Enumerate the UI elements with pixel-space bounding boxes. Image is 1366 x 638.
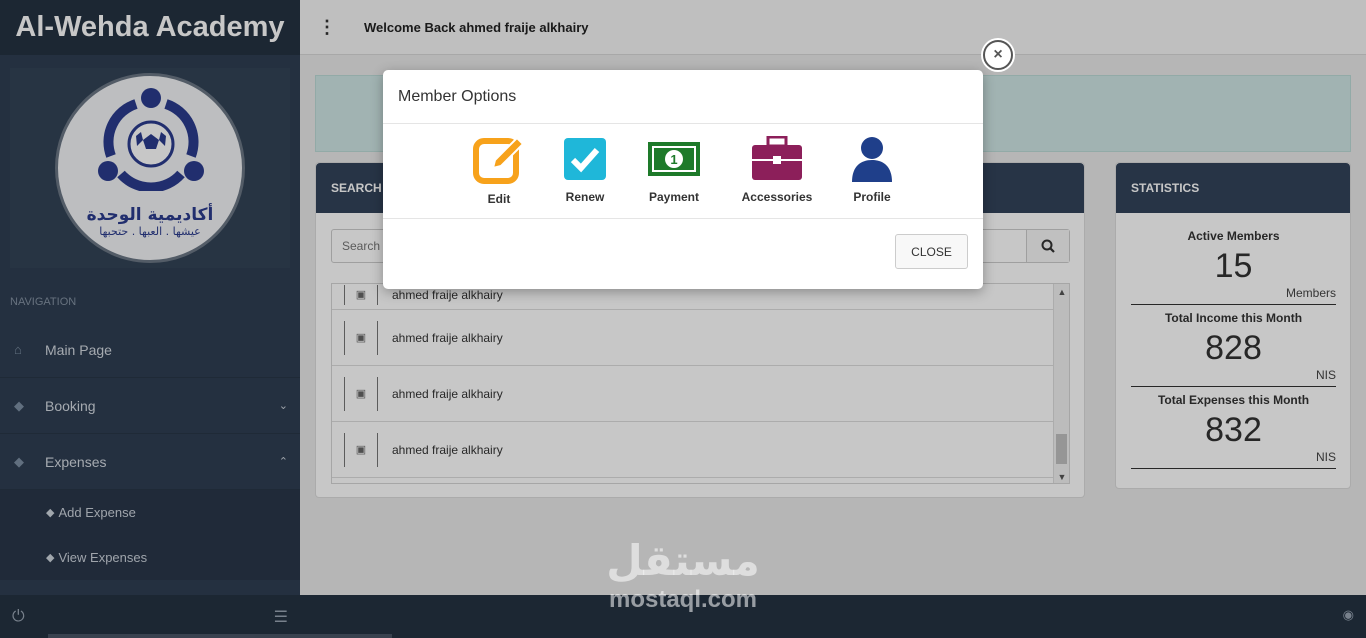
watermark-arabic: مستقل (606, 536, 760, 585)
watermark-english: mostaql.com (608, 586, 758, 613)
modal-footer: CLOSE (383, 219, 983, 289)
option-payment[interactable]: 1 Payment (624, 136, 724, 204)
option-label: Accessories (741, 190, 813, 204)
briefcase-icon (752, 136, 802, 180)
check-icon (564, 138, 606, 180)
option-edit[interactable]: Edit (449, 136, 549, 206)
member-options-modal: Member Options Edit Renew 1 Payment Acce… (383, 70, 983, 289)
close-icon[interactable]: × (983, 40, 1013, 70)
option-label: Payment (648, 190, 700, 204)
money-icon: 1 (648, 142, 700, 176)
option-label: Profile (853, 190, 891, 204)
option-renew[interactable]: Renew (535, 136, 635, 204)
watermark: مستقل mostaql.com (598, 540, 768, 614)
user-icon (852, 137, 892, 182)
svg-text:1: 1 (670, 152, 677, 167)
close-button[interactable]: CLOSE (895, 234, 968, 269)
edit-icon (473, 136, 525, 184)
modal-body: Edit Renew 1 Payment Accessories Profile (383, 124, 983, 219)
option-profile[interactable]: Profile (822, 136, 922, 204)
option-accessories[interactable]: Accessories (727, 136, 827, 204)
option-label: Renew (565, 190, 605, 204)
option-label: Edit (487, 192, 511, 206)
app-root: Al-Wehda Academy أكاديمية الوحدة عيشها .… (0, 0, 1366, 638)
modal-title: Member Options (383, 70, 983, 124)
